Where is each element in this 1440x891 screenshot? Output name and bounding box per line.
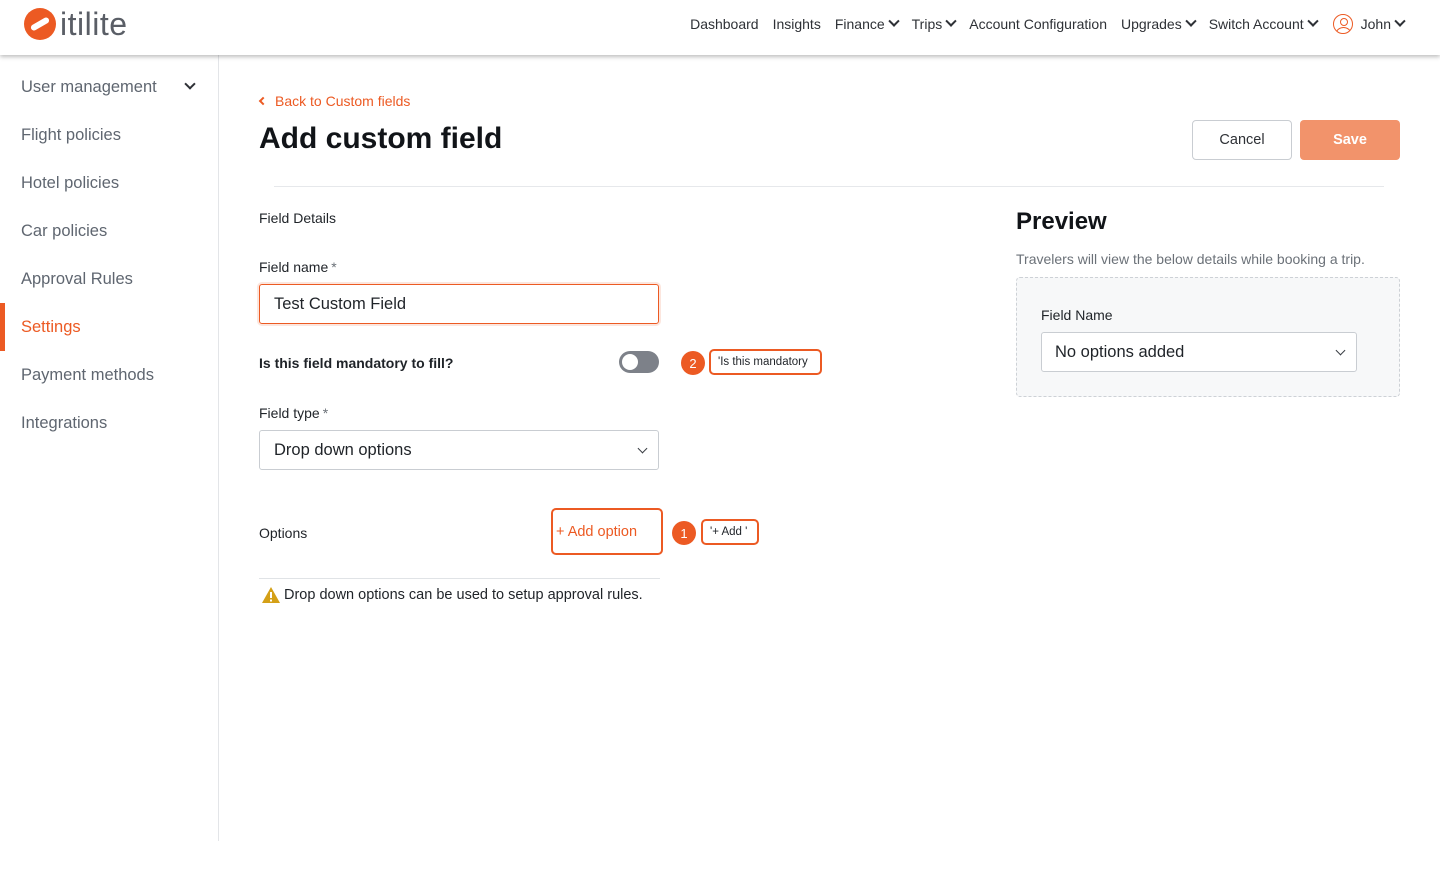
cancel-button[interactable]: Cancel	[1192, 120, 1292, 160]
main-nav: Dashboard Insights Finance Trips Account…	[676, 0, 1406, 48]
user-avatar-icon	[1332, 14, 1353, 34]
nav-label: Trips	[911, 16, 943, 32]
user-name: John	[1360, 16, 1391, 32]
nav-insights[interactable]: Insights	[773, 16, 821, 32]
chevron-down-icon	[1394, 15, 1406, 27]
callout-badge-1: 1	[672, 521, 696, 545]
brand-name: itilite	[60, 5, 128, 42]
chevron-left-icon	[258, 96, 268, 106]
field-type-label: Field type *	[259, 405, 328, 421]
field-type-value: Drop down options	[274, 440, 412, 459]
top-navbar: itilite Dashboard Insights Finance Trips…	[0, 0, 1440, 55]
nav-label: Account Configuration	[969, 16, 1107, 32]
required-mark: *	[331, 259, 337, 275]
chevron-down-icon	[1306, 15, 1319, 27]
sidebar-item-user-management[interactable]: User management	[0, 67, 218, 107]
preview-field-label: Field Name	[1041, 307, 1113, 323]
required-mark: *	[322, 405, 329, 421]
dropdown-note: Drop down options can be used to setup a…	[261, 586, 643, 604]
page-title: Add custom field	[259, 122, 503, 155]
nav-label: Finance	[834, 16, 885, 32]
sidebar-item-payment-methods[interactable]: Payment methods	[0, 355, 218, 395]
sidebar-item-label: Integrations	[21, 413, 108, 432]
nav-trips[interactable]: Trips	[911, 15, 957, 32]
chevron-down-icon	[184, 78, 196, 90]
save-button[interactable]: Save	[1300, 120, 1400, 160]
add-option-button[interactable]: + Add option	[551, 508, 663, 555]
sidebar-item-label: Flight policies	[21, 125, 121, 144]
sidebar-item-label: Payment methods	[21, 365, 154, 384]
mandatory-toggle[interactable]	[619, 351, 659, 373]
chevron-down-icon	[1185, 15, 1197, 27]
header-divider	[274, 186, 1384, 187]
chevron-down-icon	[945, 15, 957, 27]
itilite-logo[interactable]: itilite	[24, 4, 128, 44]
sidebar-item-flight-policies[interactable]: Flight policies	[0, 115, 218, 155]
back-link-label: Back to Custom fields	[275, 93, 411, 109]
field-type-label-text: Field type	[259, 405, 320, 421]
nav-switch-account[interactable]: Switch Account	[1208, 15, 1319, 32]
sidebar-item-settings[interactable]: Settings	[0, 303, 218, 351]
sidebar: User management Flight policies Hotel po…	[0, 55, 219, 841]
sidebar-item-label: Approval Rules	[21, 269, 133, 288]
field-name-input[interactable]: Test Custom Field	[259, 284, 659, 324]
sidebar-item-label: Hotel policies	[21, 173, 120, 192]
nav-label: Dashboard	[690, 16, 759, 32]
field-type-select[interactable]: Drop down options	[259, 430, 659, 470]
back-to-custom-fields-link[interactable]: Back to Custom fields	[258, 93, 410, 109]
preview-description: Travelers will view the below details wh…	[1016, 251, 1365, 267]
sidebar-item-integrations[interactable]: Integrations	[0, 403, 218, 443]
field-name-label: Field name *	[259, 259, 337, 275]
nav-account-configuration[interactable]: Account Configuration	[969, 16, 1107, 32]
user-menu[interactable]: John	[1332, 14, 1406, 34]
warning-icon	[262, 587, 280, 603]
nav-dashboard[interactable]: Dashboard	[690, 16, 759, 32]
sidebar-item-label: Car policies	[21, 221, 108, 240]
chevron-down-icon	[637, 443, 648, 454]
dropdown-note-text: Drop down options can be used to setup a…	[284, 587, 643, 603]
nav-finance[interactable]: Finance	[834, 15, 900, 32]
options-divider	[259, 578, 660, 579]
sidebar-item-label: User management	[21, 77, 157, 96]
mandatory-label: Is this field mandatory to fill?	[259, 355, 454, 371]
nav-label: Insights	[772, 16, 821, 32]
chevron-down-icon	[1335, 345, 1346, 356]
sidebar-item-car-policies[interactable]: Car policies	[0, 211, 218, 251]
sidebar-item-label: Settings	[21, 317, 81, 336]
toggle-knob	[622, 354, 638, 370]
section-field-details: Field Details	[259, 210, 337, 226]
nav-label: Upgrades	[1121, 16, 1182, 32]
preview-select[interactable]: No options added	[1041, 332, 1357, 372]
sidebar-item-approval-rules[interactable]: Approval Rules	[0, 259, 218, 299]
field-name-label-text: Field name	[259, 259, 329, 275]
nav-label: Switch Account	[1208, 16, 1304, 32]
sidebar-item-hotel-policies[interactable]: Hotel policies	[0, 163, 218, 203]
nav-upgrades[interactable]: Upgrades	[1121, 15, 1197, 32]
chevron-down-icon	[887, 15, 900, 27]
options-label: Options	[259, 525, 308, 541]
callout-mandatory: 'Is this mandatory	[709, 349, 822, 375]
callout-add: '+ Add '	[701, 519, 759, 545]
preview-select-value: No options added	[1055, 342, 1185, 361]
callout-badge-2: 2	[681, 351, 705, 375]
preview-title: Preview	[1016, 208, 1107, 235]
plane-logo-icon	[24, 8, 56, 40]
